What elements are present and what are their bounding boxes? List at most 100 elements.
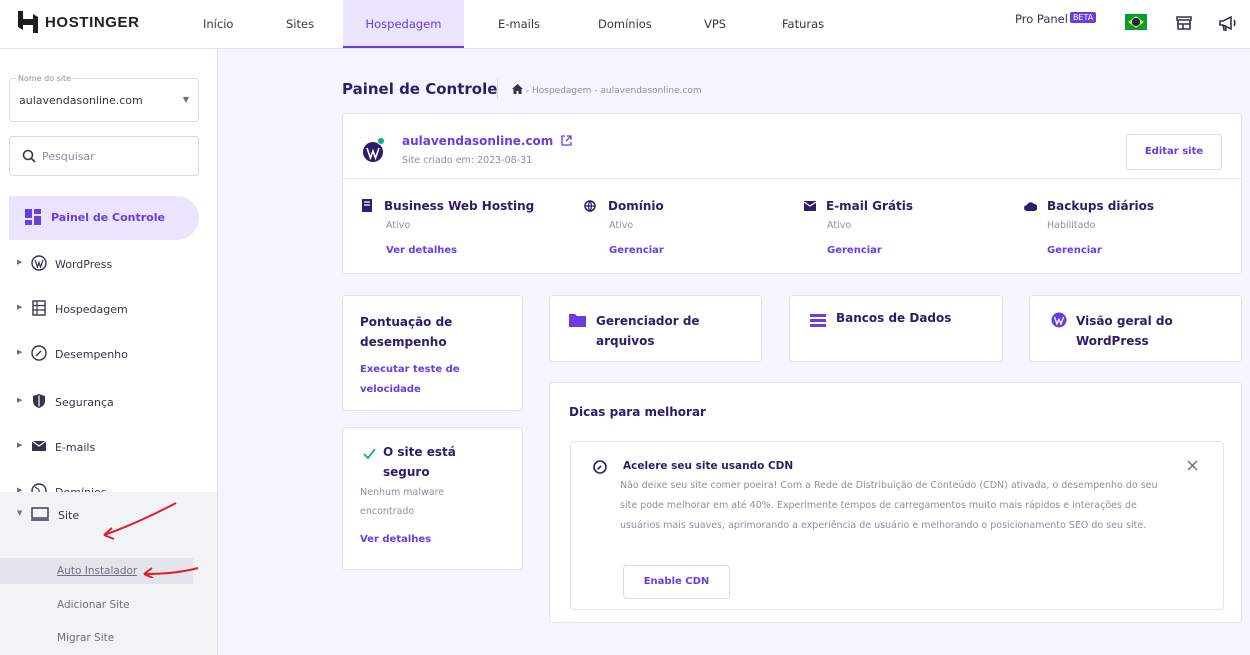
sidebar-item-label: Desempenho <box>55 348 128 361</box>
search-input[interactable]: Pesquisar <box>9 136 199 176</box>
chevron-down-icon: ▼ <box>17 509 23 517</box>
chevron-right-icon: ▶ <box>17 441 23 449</box>
brazil-flag-icon[interactable] <box>1125 14 1147 30</box>
edit-site-button[interactable]: Editar site <box>1126 134 1222 170</box>
megaphone-icon[interactable] <box>1218 13 1238 33</box>
nav-faturas[interactable]: Faturas <box>782 0 824 48</box>
security-title: O site está seguro <box>383 445 456 479</box>
hostinger-logo-icon <box>18 11 38 33</box>
sidebar-item-label: E-mails <box>55 441 96 454</box>
sub-item-adicionar-site[interactable]: Adicionar Site <box>57 599 130 611</box>
performance-title: Pontuação de desempenho <box>360 315 453 349</box>
databases-card[interactable]: Bancos de Dados <box>789 295 1003 362</box>
ver-detalhes-link[interactable]: Ver detalhes <box>386 245 457 256</box>
cloud-icon <box>1024 202 1038 211</box>
chevron-right-icon: ▶ <box>17 303 23 311</box>
sidebar-item-label: Hospedagem <box>55 303 128 316</box>
pro-panel-link[interactable]: Pro Panel BETA <box>1015 12 1097 26</box>
mail-icon <box>803 201 817 211</box>
hostinger-logo[interactable]: HOSTINGER <box>18 11 140 33</box>
feature-status: Habilitado <box>1047 220 1096 231</box>
nav-inicio[interactable]: Início <box>203 0 233 48</box>
feature-title: Business Web Hosting <box>384 199 535 213</box>
quick-card-label: Gerenciador de arquivos <box>596 314 700 348</box>
folder-icon <box>569 314 586 327</box>
nav-hospedagem[interactable]: Hospedagem <box>343 0 464 48</box>
server-icon <box>362 199 372 212</box>
feature-title: Domínio <box>608 199 664 213</box>
feature-status: Ativo <box>827 220 852 231</box>
performance-card: Pontuação de desempenho Executar teste d… <box>342 295 523 411</box>
chevron-down-icon: ▼ <box>182 95 189 104</box>
wordpress-icon <box>31 255 47 271</box>
pro-panel-label: Pro Panel <box>1015 12 1068 26</box>
home-icon[interactable] <box>512 84 523 94</box>
sidebar-item-label: Site <box>58 509 80 522</box>
site-select[interactable]: Nome do site aulavendasonline.com ▼ <box>9 74 199 122</box>
security-card: O site está seguro Nenhum malware encont… <box>342 427 523 570</box>
dashboard-icon <box>25 209 41 225</box>
enable-cdn-button[interactable]: Enable CDN <box>623 565 730 599</box>
gerenciar-email-link[interactable]: Gerenciar <box>827 245 882 256</box>
tips-heading: Dicas para melhorar <box>569 405 706 419</box>
feature-email: E-mail Grátis <box>803 199 914 213</box>
chevron-right-icon: ▶ <box>17 348 23 356</box>
annotation-arrow-site <box>103 502 177 540</box>
sub-item-auto-instalador[interactable]: Auto Instalador <box>57 565 137 577</box>
quick-card-label: Bancos de Dados <box>836 311 952 325</box>
site-domain-link[interactable]: aulavendasonline.com <box>402 134 572 148</box>
sidebar-item-emails[interactable]: ▶ E-mails <box>0 427 217 469</box>
feature-title: E-mail Grátis <box>826 199 914 213</box>
site-created-date: Site criado em: 2023-08-31 <box>402 155 533 166</box>
sidebar-item-hospedagem[interactable]: ▶ Hospedagem <box>0 289 217 331</box>
status-dot <box>377 137 385 145</box>
database-icon <box>810 314 826 327</box>
monitor-icon <box>31 507 49 521</box>
breadcrumb-text[interactable]: - Hospedagem - aulavendasonline.com <box>526 86 702 96</box>
site-select-label: Nome do site <box>16 74 74 83</box>
run-speed-test-link[interactable]: Executar teste de velocidade <box>360 360 490 400</box>
breadcrumb: - Hospedagem - aulavendasonline.com <box>512 84 702 96</box>
nav-sites[interactable]: Sites <box>286 0 314 48</box>
feature-hosting: Business Web Hosting <box>362 199 534 213</box>
search-icon <box>22 149 36 163</box>
site-select-value: aulavendasonline.com <box>19 94 143 107</box>
chevron-right-icon: ▶ <box>17 396 23 404</box>
server-icon <box>32 300 46 316</box>
sub-item-migrar-site[interactable]: Migrar Site <box>57 632 114 644</box>
sidebar-item-label: WordPress <box>55 258 113 271</box>
close-icon[interactable] <box>1187 460 1198 471</box>
sidebar-active-label: Painel de Controle <box>51 211 165 224</box>
tip-title: Acelere seu site usando CDN <box>623 460 794 472</box>
shield-icon <box>33 394 45 408</box>
check-icon <box>363 448 376 459</box>
tip-text: Não deixe seu site comer poeira! Com a R… <box>620 480 1158 531</box>
wordpress-icon <box>1051 312 1067 328</box>
gauge-icon <box>31 345 47 361</box>
sidebar-item-painel-de-controle[interactable]: Painel de Controle <box>9 196 199 240</box>
security-ver-detalhes-link[interactable]: Ver detalhes <box>360 534 431 545</box>
sidebar-item-desempenho[interactable]: ▶ Desempenho <box>0 334 217 376</box>
store-icon[interactable] <box>1174 13 1194 33</box>
wordpress-overview-card[interactable]: Visão geral do WordPress <box>1029 295 1242 362</box>
nav-vps[interactable]: VPS <box>704 0 726 48</box>
sidebar-item-label: Segurança <box>55 396 114 409</box>
speedometer-icon <box>593 460 607 474</box>
chevron-right-icon: ▶ <box>17 258 23 266</box>
search-placeholder: Pesquisar <box>42 150 95 163</box>
nav-dominios[interactable]: Domínios <box>598 0 652 48</box>
title-divider <box>497 79 498 99</box>
security-text: Nenhum malware encontrado <box>360 487 445 517</box>
gerenciar-backups-link[interactable]: Gerenciar <box>1047 245 1102 256</box>
file-manager-card[interactable]: Gerenciador de arquivos <box>549 295 762 362</box>
site-overview-card: aulavendasonline.com Site criado em: 202… <box>342 113 1242 274</box>
external-link-icon <box>560 135 572 146</box>
feature-title: Backups diários <box>1047 199 1155 213</box>
feature-backups: Backups diários <box>1024 199 1154 213</box>
gerenciar-domain-link[interactable]: Gerenciar <box>609 245 664 256</box>
sidebar-item-seguranca[interactable]: ▶ Segurança <box>0 382 217 424</box>
top-bar: HOSTINGER Início Sites Hospedagem E-mail… <box>0 0 1250 49</box>
sidebar-item-wordpress[interactable]: ▶ WordPress <box>0 244 217 286</box>
feature-domain: Domínio <box>584 199 664 213</box>
nav-emails[interactable]: E-mails <box>498 0 540 48</box>
